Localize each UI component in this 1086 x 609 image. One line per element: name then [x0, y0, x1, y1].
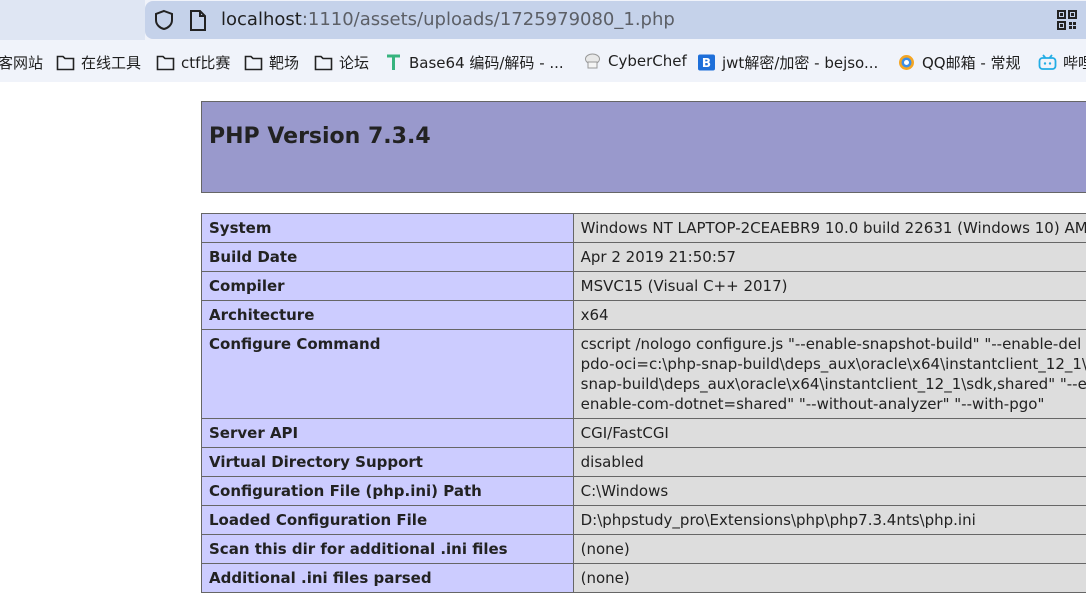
value-line: disabled: [580, 453, 644, 471]
row-value: cscript /nologo configure.js "--enable-s…: [572, 329, 1086, 419]
value-line: D:\phpstudy_pro\Extensions\php\php7.3.4n…: [580, 511, 976, 529]
bookmark-link[interactable]: CyberChef: [583, 52, 687, 70]
row-value: x64: [572, 300, 1086, 330]
bilibili-icon: [1038, 54, 1057, 70]
bookmark-label: QQ邮箱 - 常规: [922, 54, 1021, 72]
base64-tool-icon: [387, 54, 400, 70]
row-value: Windows NT LAPTOP-2CEAEBR9 10.0 build 22…: [572, 213, 1086, 243]
row-key: Additional .ini files parsed: [201, 563, 574, 593]
table-row: Scan this dir for additional .ini files (…: [201, 534, 1086, 564]
value-line: (none): [580, 540, 630, 558]
tab-strip: [0, 0, 145, 40]
value-line: CGI/FastCGI: [580, 424, 669, 442]
qq-mail-icon: [899, 55, 914, 70]
row-key: Compiler: [201, 271, 574, 301]
bookmarks-bar: 客网站 在线工具 ctf比赛 靶场 论坛 Base64 编码/解码 - ... …: [0, 44, 1086, 80]
bookmark-link[interactable]: Base64 编码/解码 - ...: [384, 52, 564, 73]
table-row: Configuration File (php.ini) Path C:\Wind…: [201, 476, 1086, 506]
value-line: C:\Windows: [580, 482, 669, 500]
bookmark-label: jwt解密/加密 - bejso...: [722, 54, 879, 72]
row-key: Server API: [201, 418, 574, 448]
bookmark-folder[interactable]: 在线工具: [56, 52, 141, 73]
value-line: MSVC15 (Visual C++ 2017): [580, 277, 788, 295]
php-info-table-body: System Windows NT LAPTOP-2CEAEBR9 10.0 bu…: [201, 213, 1086, 593]
value-line: enable-com-dotnet=shared" "--without-ana…: [580, 395, 1045, 413]
php-version-header: PHP Version 7.3.4: [201, 101, 1086, 193]
bookmark-label: 靶场: [269, 54, 300, 72]
row-value: CGI/FastCGI: [572, 418, 1086, 448]
bookmark-label: ctf比赛: [181, 54, 231, 72]
table-row: Virtual Directory Support disabled: [201, 447, 1086, 477]
row-value: C:\Windows: [572, 476, 1086, 506]
bookmark-folder[interactable]: ctf比赛: [156, 52, 230, 73]
bookmark-label: CyberChef: [608, 52, 687, 70]
folder-icon: [314, 55, 333, 71]
row-value: MSVC15 (Visual C++ 2017): [572, 271, 1086, 301]
bookmark-label: Base64 编码/解码 - ...: [409, 54, 564, 72]
php-info-table: System Windows NT LAPTOP-2CEAEBR9 10.0 bu…: [201, 213, 1086, 593]
bookmark-label: 在线工具: [81, 54, 142, 72]
table-row: Loaded Configuration File D:\phpstudy_pro…: [201, 505, 1086, 535]
table-row: Build Date Apr 2 2019 21:50:57: [201, 242, 1086, 272]
value-line: (none): [580, 569, 630, 587]
row-value: (none): [572, 563, 1086, 593]
page-content: PHP Version 7.3.4 System Windows NT LAPTO…: [0, 82, 1086, 609]
table-row: Compiler MSVC15 (Visual C++ 2017): [201, 271, 1086, 301]
bookmark-label: 客网站: [0, 54, 44, 72]
page-icon[interactable]: [189, 10, 207, 31]
qr-code-icon[interactable]: [1057, 10, 1077, 30]
table-row: Configure Command cscript /nologo configu…: [201, 329, 1086, 419]
bookmark-folder[interactable]: 靶场: [244, 52, 299, 73]
row-key: Build Date: [201, 242, 574, 272]
bookmark-label: 哔哩: [1063, 54, 1086, 72]
row-value: D:\phpstudy_pro\Extensions\php\php7.3.4n…: [572, 505, 1086, 535]
row-key: System: [201, 213, 574, 243]
value-line: x64: [580, 306, 609, 324]
shield-icon[interactable]: [153, 9, 175, 31]
value-line: Apr 2 2019 21:50:57: [580, 248, 736, 266]
folder-icon: [56, 55, 75, 71]
bejson-icon: B: [698, 54, 715, 71]
value-line: Windows NT LAPTOP-2CEAEBR9 10.0 build 22…: [580, 219, 1086, 237]
table-row: Additional .ini files parsed (none): [201, 563, 1086, 593]
bookmark-folder[interactable]: 论坛: [314, 52, 369, 73]
value-line: snap-build\deps_aux\oracle\x64\instantcl…: [580, 375, 1086, 393]
folder-icon: [244, 55, 263, 71]
row-key: Architecture: [201, 300, 574, 330]
svg-text:B: B: [702, 56, 711, 70]
url-text[interactable]: localhost:1110/assets/uploads/1725979080…: [221, 9, 675, 30]
row-key: Loaded Configuration File: [201, 505, 574, 535]
table-row: Server API CGI/FastCGI: [201, 418, 1086, 448]
table-row: Architecture x64: [201, 300, 1086, 330]
row-key: Configuration File (php.ini) Path: [201, 476, 574, 506]
row-key: Configure Command: [201, 329, 574, 419]
value-line: pdo-oci=c:\php-snap-build\deps_aux\oracl…: [580, 355, 1086, 373]
row-key: Scan this dir for additional .ini files: [201, 534, 574, 564]
folder-icon: [156, 55, 175, 71]
bookmark-link[interactable]: 哔哩: [1038, 52, 1086, 73]
row-value: disabled: [572, 447, 1086, 477]
bookmark-label: 论坛: [339, 54, 370, 72]
url-path: :1110/assets/uploads/1725979080_1.php: [301, 9, 675, 30]
row-key: Virtual Directory Support: [201, 447, 574, 477]
value-line: cscript /nologo configure.js "--enable-s…: [580, 335, 1082, 353]
table-row: System Windows NT LAPTOP-2CEAEBR9 10.0 bu…: [201, 213, 1086, 243]
browser-chrome: localhost:1110/assets/uploads/1725979080…: [0, 0, 1086, 82]
page-title: PHP Version 7.3.4: [209, 124, 431, 149]
url-host: localhost: [221, 9, 302, 30]
bookmark-link[interactable]: QQ邮箱 - 常规: [897, 52, 1021, 73]
row-value: Apr 2 2019 21:50:57: [572, 242, 1086, 272]
cyberchef-icon: [585, 53, 600, 68]
row-value: (none): [572, 534, 1086, 564]
bookmark-item[interactable]: 客网站: [0, 52, 43, 73]
bookmark-link[interactable]: B jwt解密/加密 - bejso...: [697, 52, 878, 73]
